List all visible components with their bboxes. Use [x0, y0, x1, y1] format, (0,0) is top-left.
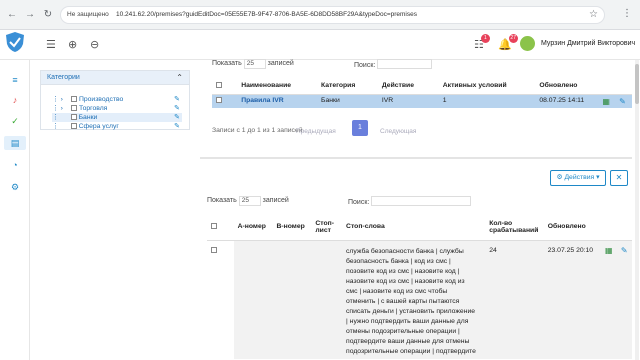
search-label: Поиск: [348, 199, 370, 206]
category-label: Сфера услуг [78, 123, 119, 130]
search-input[interactable] [371, 196, 472, 206]
search-label: Поиск: [354, 62, 376, 69]
row-checkbox[interactable] [211, 246, 217, 253]
show-label: Показать [212, 60, 242, 67]
actions-button[interactable]: ⚙ Действия ▾ [550, 170, 606, 186]
app-logo-icon [6, 32, 24, 52]
scrollbar-thumb[interactable] [635, 64, 639, 104]
conditions-table: А-номер В-номер Стоп-лист Стоп-слова Кол… [207, 214, 632, 359]
insecure-warning[interactable]: Не защищено [67, 11, 109, 18]
user-name[interactable]: Мурзин Дмитрий Викторович [541, 40, 635, 47]
bell-icon[interactable]: ♪ [8, 93, 22, 107]
zoom-out-icon[interactable]: ⊖ [90, 38, 99, 51]
rule-name-link[interactable]: Правила IVR [237, 94, 317, 108]
rules-table: Наименование Категория Действие Активных… [212, 78, 632, 108]
category-item[interactable]: ⋮ Сфера услуг ✎ [52, 122, 182, 131]
rule-updated: 08.07.25 14:11 [535, 94, 599, 108]
stop-words: служба безопасности банка | службы безоп… [346, 247, 476, 355]
url-text[interactable]: 10.241.62.20/premises?guidEditDoc=05E55E… [116, 11, 417, 18]
edit-icon[interactable]: ✎ [174, 113, 180, 121]
panel-divider[interactable] [200, 157, 632, 159]
category-label: Банки [78, 114, 98, 121]
menu-icon[interactable]: ☰ [46, 38, 56, 51]
excel-icon[interactable]: ▦ [605, 246, 613, 255]
zoom-in-icon[interactable]: ⊕ [68, 38, 77, 51]
history-icon[interactable]: ◔ [8, 158, 22, 172]
left-rail: ≡ ♪ ✓ ▤ ◔ ⚙ [0, 60, 30, 360]
notifications-badge: 27 [508, 34, 518, 43]
a-number [233, 240, 273, 359]
reload-icon[interactable]: ↻ [42, 9, 54, 21]
row-checkbox[interactable] [216, 96, 222, 103]
edit-icon[interactable]: ✎ [621, 246, 628, 255]
tasks-icon[interactable]: ☷ 1 [474, 34, 490, 51]
avatar[interactable] [520, 36, 535, 51]
actions-label: Действия [564, 174, 595, 181]
records-label: записей [267, 60, 294, 67]
col-header[interactable]: Наименование [237, 78, 317, 95]
trigger-count: 24 [485, 240, 544, 359]
select-all-checkbox[interactable] [211, 222, 217, 229]
rule-category: Банки [316, 94, 378, 108]
tasks-badge: 1 [480, 34, 490, 43]
records-info: Записи с 1 до 1 из 1 записей [212, 127, 303, 134]
search-control-2: Поиск: [348, 196, 472, 206]
search-control: Поиск: [354, 59, 433, 69]
bookmark-star-icon[interactable]: ☆ [589, 9, 598, 20]
b-number [272, 240, 312, 359]
page-size-select[interactable]: 25 [238, 196, 261, 206]
col-header[interactable]: А-номер [233, 214, 273, 241]
col-header[interactable]: В-номер [272, 214, 312, 241]
page-size-control: Показать 25 записей [212, 59, 294, 69]
close-icon[interactable]: ✕ [610, 170, 628, 186]
col-header[interactable]: Активных условий [438, 78, 536, 95]
excel-icon[interactable]: ▦ [602, 97, 610, 106]
category-item[interactable]: ⋮ › Производство ✎ [52, 95, 182, 104]
prev-page-button[interactable]: Предыдущая [296, 128, 336, 135]
chevron-up-icon[interactable]: ⌃ [176, 73, 183, 82]
current-page-button[interactable]: 1 [352, 120, 368, 136]
page-size-control-2: Показать 25 записей [207, 196, 289, 206]
records-label: записей [262, 197, 289, 204]
col-header[interactable]: Обновлено [535, 78, 599, 95]
rules-icon[interactable]: ▤ [4, 136, 26, 150]
categories-header[interactable]: Категории ⌃ [41, 71, 189, 85]
edit-icon[interactable]: ✎ [174, 104, 180, 112]
categories-title: Категории [47, 74, 80, 81]
col-header[interactable]: Стоп-слова [342, 214, 486, 241]
forward-icon[interactable]: → [24, 9, 36, 21]
rule-action: IVR [377, 94, 439, 108]
next-page-button[interactable]: Следующая [380, 128, 416, 135]
col-header[interactable]: Стоп-лист [311, 214, 343, 241]
category-label: Торговля [78, 105, 108, 112]
edit-icon[interactable]: ✎ [174, 122, 180, 130]
category-item[interactable]: ⋮ Банки ✎ [52, 113, 182, 122]
col-header[interactable]: Обновлено [543, 214, 601, 241]
edit-icon[interactable]: ✎ [174, 95, 180, 103]
edit-icon[interactable]: ✎ [619, 97, 626, 106]
back-icon[interactable]: ← [6, 9, 18, 21]
notifications-icon[interactable]: 🔔 27 [498, 34, 518, 51]
stop-list [311, 240, 343, 359]
table-row[interactable]: Правила IVR Банки IVR 1 08.07.25 14:11 ▦… [212, 94, 632, 108]
search-input[interactable] [377, 59, 433, 69]
address-bar[interactable]: Не защищено 10.241.62.20/premises?guidEd… [60, 6, 605, 24]
check-icon[interactable]: ✓ [8, 114, 22, 128]
col-header[interactable]: Категория [316, 78, 378, 95]
list-icon[interactable]: ≡ [8, 73, 22, 87]
browser-toolbar: ← → ↻ Не защищено 10.241.62.20/premises?… [0, 0, 640, 30]
condition-updated: 23.07.25 20:10 [543, 240, 601, 359]
browser-menu-icon[interactable]: ⋮ [622, 8, 632, 19]
page-size-select[interactable]: 25 [243, 59, 266, 69]
table-row[interactable]: служба безопасности банка | службы безоп… [207, 240, 632, 359]
rule-active-count: 1 [438, 94, 536, 108]
category-label: Производство [78, 96, 124, 103]
category-item[interactable]: ⋮ › Торговля ✎ [52, 104, 182, 113]
settings-gear-icon[interactable]: ⚙ [8, 180, 22, 194]
col-header[interactable]: Кол-во срабатываний [485, 214, 544, 241]
show-label: Показать [207, 197, 237, 204]
col-header[interactable]: Действие [377, 78, 439, 95]
select-all-checkbox[interactable] [216, 81, 222, 88]
scrollbar[interactable] [635, 60, 639, 360]
